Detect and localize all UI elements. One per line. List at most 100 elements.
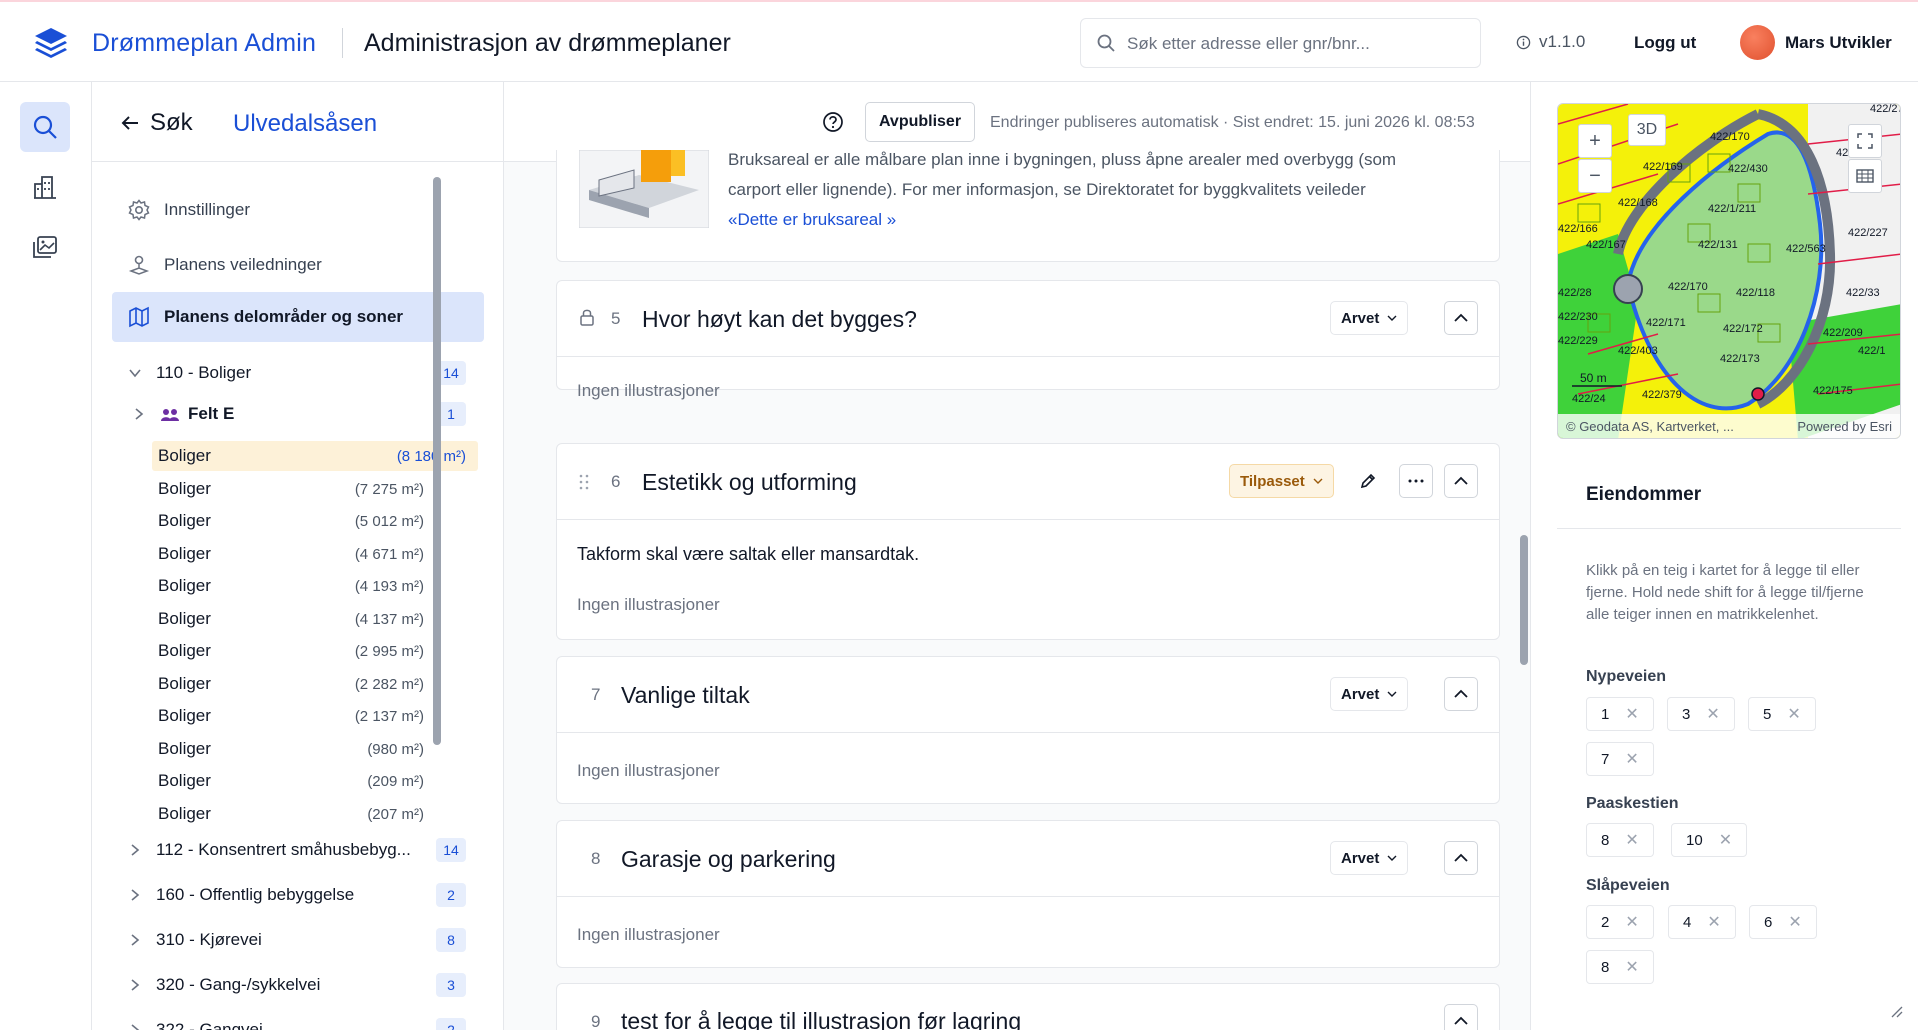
tree-group-112[interactable]: 112 - Konsentrert småhusbebyg... 14 [92,834,503,866]
address-search-input[interactable] [1127,31,1467,57]
user-name[interactable]: Mars Utvikler [1785,33,1892,53]
collapse-button[interactable] [1444,301,1478,335]
resize-handle-icon[interactable] [1890,1005,1904,1019]
count-badge: 2 [436,1018,466,1030]
zone-item[interactable]: Boliger (5 012 m²) [151,506,503,536]
tree-group-160[interactable]: 160 - Offentlig bebyggelse 2 [92,879,503,911]
guide-icon [128,255,150,275]
property-chip[interactable]: 7 ✕ [1586,742,1654,776]
property-chip[interactable]: 4 ✕ [1668,905,1736,939]
zone-item[interactable]: Boliger (2 995 m²) [151,636,503,666]
toggle-3d-button[interactable]: 3D [1628,114,1666,146]
zone-item[interactable]: Boliger (8 180 m²) [152,441,478,471]
close-icon[interactable]: ✕ [1707,912,1720,932]
menu-settings[interactable]: Innstillinger [112,186,484,234]
parcel-label: 422/563 [1786,243,1826,255]
menu-zones[interactable]: Planens delområder og soner [112,292,484,342]
tree-group-322[interactable]: 322 - Gangvei 2 [92,1014,503,1030]
close-icon[interactable]: ✕ [1625,704,1638,724]
tree-group-320[interactable]: 320 - Gang-/sykkelvei 3 [92,969,503,1001]
property-chip[interactable]: 2 ✕ [1586,905,1654,939]
property-chip[interactable]: 5 ✕ [1748,697,1816,731]
logout-button[interactable]: Logg ut [1634,33,1696,53]
more-options-button[interactable] [1399,464,1433,498]
close-icon[interactable]: ✕ [1625,830,1638,850]
zone-item[interactable]: Boliger (980 m²) [151,734,503,764]
zoom-out-button[interactable]: − [1578,159,1612,193]
powered-by[interactable]: Powered by Esri [1797,419,1892,434]
brand-name[interactable]: Drømmeplan Admin [92,29,316,58]
drag-handle-icon[interactable] [579,474,589,490]
unpublish-button[interactable]: Avpubliser [865,102,975,142]
close-icon[interactable]: ✕ [1706,704,1719,724]
street-name: Slåpeveien [1586,877,1670,894]
status-dropdown[interactable]: Arvet [1330,677,1409,711]
basemap-button[interactable] [1848,159,1882,193]
zoning-map[interactable]: 422/170 422/169 422/430 422/168 422/1/21… [1557,103,1901,439]
close-icon[interactable]: ✕ [1625,749,1638,769]
zone-item[interactable]: Boliger (207 m²) [151,799,503,829]
card-intro: Bruksareal er alle målbare plan inne i b… [556,150,1500,262]
close-icon[interactable]: ✕ [1787,704,1800,724]
menu-guides[interactable]: Planens veiledninger [112,241,484,289]
parcel-label: 422/131 [1698,239,1738,251]
property-chip[interactable]: 8 ✕ [1586,823,1654,857]
street-name: Paaskestien [1586,795,1679,812]
rail-search-button[interactable] [20,102,70,152]
close-icon[interactable]: ✕ [1625,912,1638,932]
zone-area: (4 137 m²) [354,610,424,628]
rail-buildings-button[interactable] [20,162,70,212]
status-dropdown[interactable]: Arvet [1330,301,1409,335]
close-icon[interactable]: ✕ [1788,912,1801,932]
version-info[interactable]: v1.1.0 [1516,32,1585,52]
collapse-button[interactable] [1444,677,1478,711]
property-chip[interactable]: 10 ✕ [1671,823,1748,857]
rail-images-button[interactable] [20,222,70,272]
lock-icon [580,309,594,326]
parcel-label: 422/118 [1736,287,1775,299]
tree-header: Søk Ulvedalsåsen [92,82,503,162]
section-number: 8 [591,849,601,868]
chevron-down-icon [1387,691,1397,697]
chip-number: 8 [1601,831,1610,849]
close-icon[interactable]: ✕ [1625,957,1638,977]
plan-name[interactable]: Ulvedalsåsen [233,110,377,138]
layers-logo-icon[interactable] [33,26,69,60]
collapse-button[interactable] [1444,841,1478,875]
zone-item[interactable]: Boliger (209 m²) [151,766,503,796]
zoom-in-button[interactable]: + [1578,124,1612,158]
tree-group-310[interactable]: 310 - Kjørevei 8 [92,924,503,956]
property-chip[interactable]: 8 ✕ [1586,950,1654,984]
chevron-down-icon [1387,315,1397,321]
tree-group-felt-e[interactable]: Felt E 1 [92,398,503,430]
chevron-right-icon [131,934,140,946]
collapse-button[interactable] [1444,464,1478,498]
avatar[interactable] [1740,25,1775,60]
chip-number: 5 [1763,705,1772,723]
close-icon[interactable]: ✕ [1719,830,1732,850]
property-chip[interactable]: 1 ✕ [1586,697,1654,731]
collapse-button[interactable] [1444,1004,1478,1030]
zone-item[interactable]: Boliger (4 671 m²) [151,539,503,569]
autosave-status: Endringer publiseres automatisk · Sist e… [990,114,1475,131]
property-chip[interactable]: 6 ✕ [1749,905,1817,939]
zone-item[interactable]: Boliger (2 137 m²) [151,701,503,731]
bruksareal-link[interactable]: «Dette er bruksareal » [728,210,896,230]
main-scrollbar[interactable] [1520,535,1528,665]
tree-scrollbar[interactable] [433,177,441,745]
zone-item[interactable]: Boliger (7 275 m²) [151,474,503,504]
back-button[interactable]: Søk [120,109,193,137]
zone-item[interactable]: Boliger (2 282 m²) [151,669,503,699]
pencil-icon[interactable] [1359,472,1377,490]
address-search[interactable] [1080,18,1481,68]
status-dropdown[interactable]: Tilpasset [1229,464,1334,498]
status-dropdown[interactable]: Arvet [1330,841,1409,875]
zone-item[interactable]: Boliger (4 193 m²) [151,571,503,601]
count-badge: 2 [436,883,466,907]
property-chip[interactable]: 3 ✕ [1667,697,1735,731]
help-icon[interactable] [822,111,844,133]
fullscreen-button[interactable] [1848,124,1882,158]
zone-item[interactable]: Boliger (4 137 m²) [151,604,503,634]
tree-group-110[interactable]: 110 - Boliger 14 [92,357,503,389]
zone-area: (207 m²) [367,805,424,823]
